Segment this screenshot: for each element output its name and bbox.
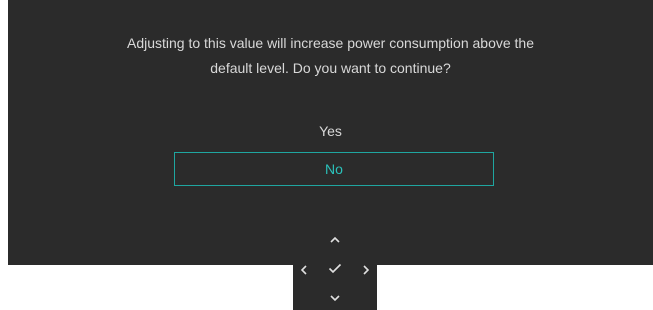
confirmation-dialog: Adjusting to this value will increase po…	[8, 0, 653, 265]
osd-screen: Adjusting to this value will increase po…	[0, 0, 653, 310]
chevron-up-icon[interactable]	[325, 230, 345, 250]
chevron-right-icon[interactable]	[356, 260, 376, 280]
dialog-message-line-2: default level. Do you want to continue?	[210, 60, 451, 76]
dialog-message-line-1: Adjusting to this value will increase po…	[126, 35, 534, 51]
dialog-message: Adjusting to this value will increase po…	[8, 31, 653, 81]
chevron-down-icon[interactable]	[325, 288, 345, 308]
chevron-left-icon[interactable]	[294, 260, 314, 280]
navigation-pad	[293, 228, 377, 310]
checkmark-icon[interactable]	[325, 258, 345, 278]
option-yes[interactable]: Yes	[8, 121, 653, 141]
option-no[interactable]: No	[174, 152, 494, 186]
